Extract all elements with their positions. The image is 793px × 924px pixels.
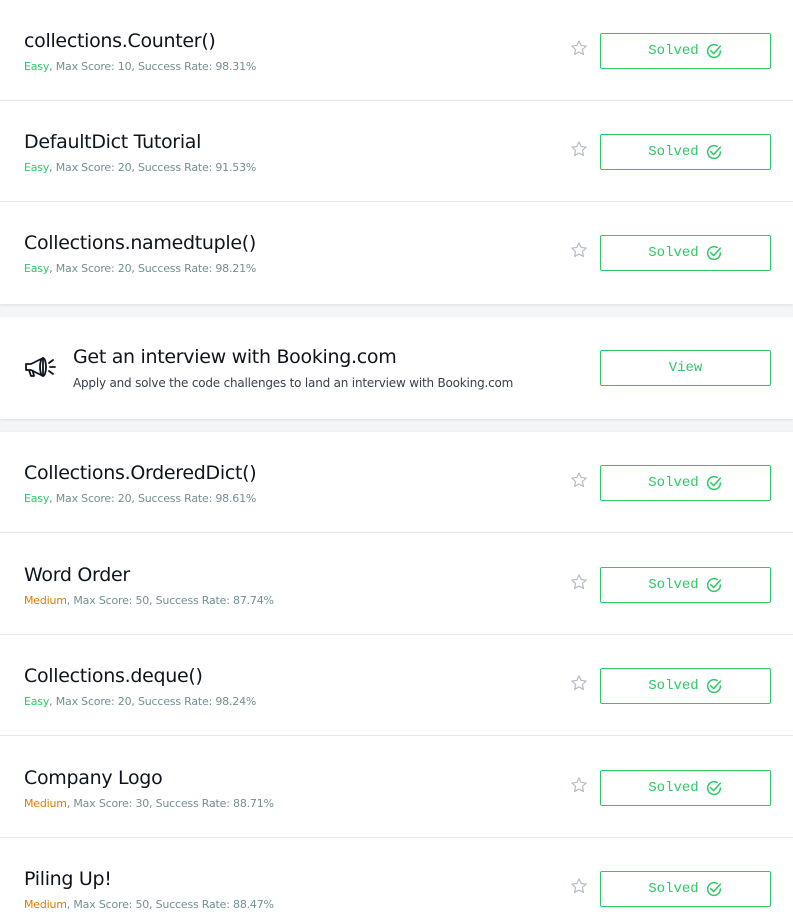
solved-button[interactable]: Solved [600, 770, 771, 806]
challenge-meta: Medium, Max Score: 50, Success Rate: 88.… [24, 898, 274, 912]
challenge-stats: , Max Score: 10, Success Rate: 98.31% [49, 60, 257, 73]
challenge-meta: Easy, Max Score: 20, Success Rate: 91.53… [24, 161, 256, 175]
challenge-row[interactable]: Collections.deque() Easy, Max Score: 20,… [0, 635, 793, 736]
difficulty-label: Easy [24, 492, 50, 505]
star-icon[interactable] [570, 573, 588, 591]
solved-button[interactable]: Solved [600, 567, 771, 603]
challenge-meta: Easy, Max Score: 20, Success Rate: 98.21… [24, 262, 256, 276]
megaphone-icon [25, 357, 56, 377]
challenge-row[interactable]: collections.Counter() Easy, Max Score: 1… [0, 0, 793, 101]
star-icon[interactable] [570, 241, 588, 259]
check-circle-icon [706, 144, 721, 160]
solved-button[interactable]: Solved [600, 33, 771, 69]
promo-title: Get an interview with Booking.com [73, 346, 397, 368]
challenge-row[interactable]: Company Logo Medium, Max Score: 30, Succ… [0, 737, 793, 838]
challenge-stats: , Max Score: 50, Success Rate: 87.74% [66, 594, 274, 607]
solved-button-label: Solved [648, 144, 699, 160]
check-circle-icon [706, 678, 721, 694]
challenge-row[interactable]: Collections.OrderedDict() Easy, Max Scor… [0, 432, 793, 533]
challenge-title[interactable]: collections.Counter() [24, 29, 216, 53]
star-icon[interactable] [570, 877, 588, 895]
challenge-stats: , Max Score: 20, Success Rate: 98.61% [49, 492, 257, 505]
view-button-label: View [668, 360, 703, 376]
difficulty-label: Medium [24, 797, 67, 810]
challenge-group-2: Collections.OrderedDict() Easy, Max Scor… [0, 432, 793, 924]
challenge-row[interactable]: Collections.namedtuple() Easy, Max Score… [0, 202, 793, 303]
challenge-title[interactable]: Piling Up! [24, 867, 112, 891]
difficulty-label: Medium [24, 594, 67, 607]
check-circle-icon [706, 245, 721, 261]
challenge-stats: , Max Score: 30, Success Rate: 88.71% [66, 797, 274, 810]
challenge-row[interactable]: Piling Up! Medium, Max Score: 50, Succes… [0, 838, 793, 924]
view-button[interactable]: View [600, 350, 771, 386]
star-icon[interactable] [570, 471, 588, 489]
challenge-title[interactable]: Collections.deque() [24, 664, 203, 688]
challenge-stats: , Max Score: 20, Success Rate: 98.21% [49, 262, 257, 275]
solved-button-label: Solved [648, 245, 699, 261]
difficulty-label: Easy [24, 695, 50, 708]
star-icon[interactable] [570, 140, 588, 158]
solved-button-label: Solved [648, 577, 699, 593]
difficulty-label: Easy [24, 60, 50, 73]
challenge-meta: Medium, Max Score: 50, Success Rate: 87.… [24, 594, 274, 608]
challenge-meta: Medium, Max Score: 30, Success Rate: 88.… [24, 797, 274, 811]
difficulty-label: Medium [24, 898, 67, 911]
challenge-stats: , Max Score: 20, Success Rate: 91.53% [49, 161, 257, 174]
star-icon[interactable] [570, 39, 588, 57]
solved-button-label: Solved [648, 780, 699, 796]
star-icon[interactable] [570, 776, 588, 794]
challenge-stats: , Max Score: 20, Success Rate: 98.24% [49, 695, 257, 708]
challenge-title[interactable]: Word Order [24, 563, 130, 587]
challenge-title[interactable]: Company Logo [24, 766, 163, 790]
star-icon[interactable] [570, 674, 588, 692]
challenge-row[interactable]: DefaultDict Tutorial Easy, Max Score: 20… [0, 101, 793, 202]
solved-button[interactable]: Solved [600, 871, 771, 907]
solved-button[interactable]: Solved [600, 668, 771, 704]
solved-button[interactable]: Solved [600, 134, 771, 170]
difficulty-label: Easy [24, 262, 50, 275]
challenge-title[interactable]: Collections.OrderedDict() [24, 461, 257, 485]
challenge-row[interactable]: Word Order Medium, Max Score: 50, Succes… [0, 534, 793, 635]
check-circle-icon [706, 475, 721, 491]
solved-button-label: Solved [648, 678, 699, 694]
challenge-group-1: collections.Counter() Easy, Max Score: 1… [0, 0, 793, 304]
check-circle-icon [706, 881, 721, 897]
solved-button[interactable]: Solved [600, 235, 771, 271]
solved-button-label: Solved [648, 475, 699, 491]
difficulty-label: Easy [24, 161, 50, 174]
challenge-title[interactable]: DefaultDict Tutorial [24, 130, 201, 154]
challenge-meta: Easy, Max Score: 20, Success Rate: 98.61… [24, 492, 256, 506]
promo-subtitle: Apply and solve the code challenges to l… [73, 376, 514, 390]
solved-button-label: Solved [648, 881, 699, 897]
challenge-meta: Easy, Max Score: 10, Success Rate: 98.31… [24, 60, 256, 74]
solved-button-label: Solved [648, 43, 699, 59]
challenge-stats: , Max Score: 50, Success Rate: 88.47% [66, 898, 274, 911]
check-circle-icon [706, 577, 721, 593]
check-circle-icon [706, 780, 721, 796]
challenge-title[interactable]: Collections.namedtuple() [24, 231, 256, 255]
check-circle-icon [706, 43, 721, 59]
challenge-meta: Easy, Max Score: 20, Success Rate: 98.24… [24, 695, 256, 709]
solved-button[interactable]: Solved [600, 465, 771, 501]
